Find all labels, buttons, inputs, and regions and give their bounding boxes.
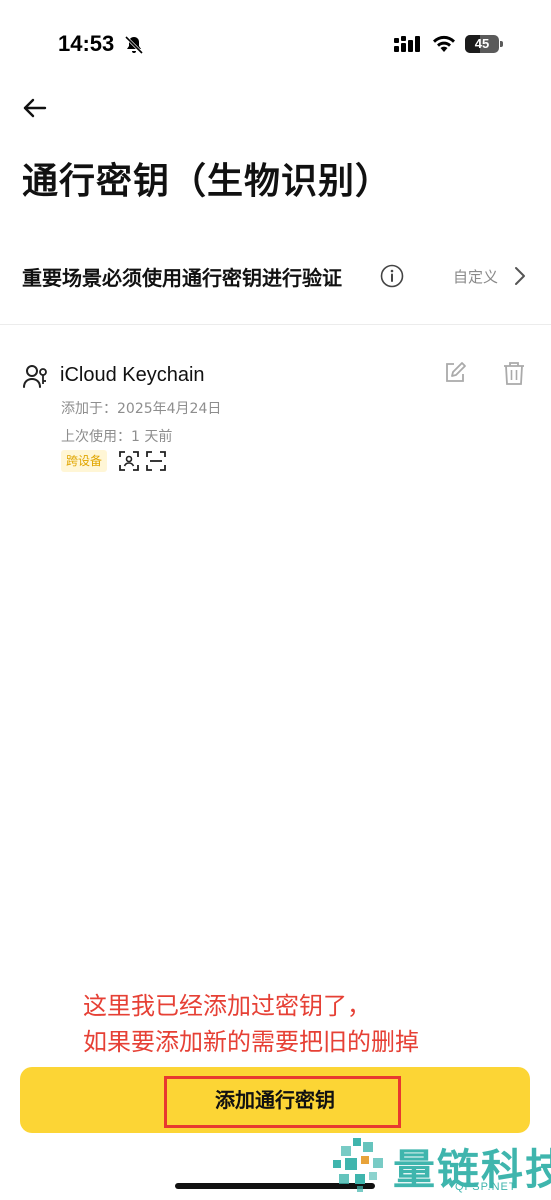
battery-nub (500, 41, 503, 47)
face-id-icon (119, 451, 139, 471)
last-used: 上次使用：1 天前 (61, 429, 173, 445)
passkey-name: iCloud Keychain (60, 364, 205, 386)
edit-icon (446, 362, 466, 382)
added-date: 添加于：2025年4月24日 (61, 401, 222, 417)
delete-button[interactable] (501, 360, 529, 388)
cross-device-tag: 跨设备 (61, 450, 108, 472)
chevron-right-icon (515, 267, 525, 285)
passkey-list-item: iCloud Keychain 添加于：2025年4月24日 上次使用：1 天前… (0, 350, 551, 480)
arrow-left-icon (23, 98, 47, 118)
watermark-logo-icon (333, 1138, 383, 1192)
back-button[interactable] (20, 93, 54, 123)
scan-icon (146, 451, 166, 471)
annotation-note: 这里我已经添加过密钥了， 如果要添加新的需要把旧的删掉 (83, 988, 419, 1060)
passkey-settings-screen: 14:53 45 通行密钥（生物识别） 重要场景必须使用通行密钥进行验证 自定义… (0, 0, 551, 1200)
edit-button[interactable] (442, 360, 470, 388)
section-divider (0, 324, 551, 325)
cellular-signal-icon (394, 36, 420, 52)
status-bar: 14:53 45 (0, 0, 551, 90)
trash-icon (504, 362, 524, 385)
watermark-subtext: QFSP.NET (455, 1181, 517, 1193)
status-time: 14:53 (58, 31, 115, 56)
user-key-icon (23, 365, 47, 388)
setting-value: 自定义 (453, 268, 499, 286)
page-title: 通行密钥（生物识别） (22, 161, 393, 202)
verification-setting-row[interactable]: 重要场景必须使用通行密钥进行验证 自定义 (0, 242, 551, 312)
info-icon[interactable] (380, 264, 404, 288)
bell-off-icon (124, 35, 144, 55)
setting-label: 重要场景必须使用通行密钥进行验证 (22, 266, 342, 290)
battery-indicator: 45 (465, 35, 499, 53)
annotation-line-2: 如果要添加新的需要把旧的删掉 (83, 1028, 419, 1056)
wifi-icon (433, 35, 455, 52)
battery-level-text: 45 (474, 36, 490, 51)
annotation-line-1: 这里我已经添加过密钥了， (83, 992, 371, 1020)
annotation-highlight-box (164, 1076, 401, 1128)
